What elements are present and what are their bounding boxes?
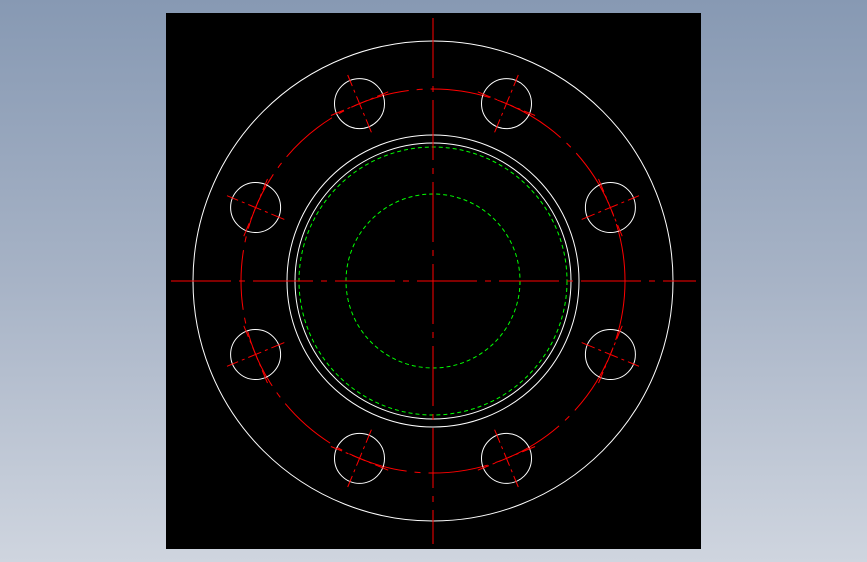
bolt-hole-tangent-centerline bbox=[598, 178, 623, 237]
bolt-hole-tangent-centerline bbox=[243, 325, 268, 384]
bolt-hole-tangent-centerline bbox=[477, 91, 536, 116]
bolt-hole-tangent-centerline bbox=[330, 446, 389, 471]
bolt-hole-tangent-centerline bbox=[477, 446, 536, 471]
bolt-hole-tangent-centerline bbox=[598, 325, 623, 384]
bolt-hole-tangent-centerline bbox=[243, 178, 268, 237]
flange-drawing bbox=[171, 18, 696, 544]
bolt-hole-tangent-centerline bbox=[330, 91, 389, 116]
drawing-viewport[interactable] bbox=[166, 13, 701, 549]
app-background: { "drawing": { "type": "flange-top-view"… bbox=[0, 0, 867, 562]
